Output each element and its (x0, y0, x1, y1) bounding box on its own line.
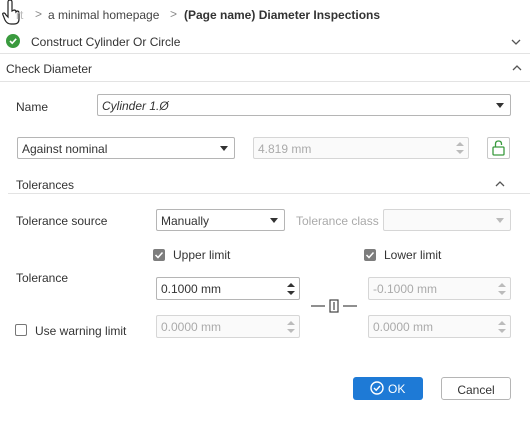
chevron-down-icon[interactable] (511, 37, 521, 47)
ok-label: OK (388, 382, 406, 396)
upper-limit-checkbox[interactable] (153, 249, 165, 261)
name-dropdown[interactable]: Cylinder 1.Ø (97, 94, 511, 116)
name-value: Cylinder 1.Ø (102, 99, 169, 113)
warn-upper-value: 0.0000 mm (161, 320, 222, 334)
tolerance-class-dropdown (383, 209, 511, 231)
breadcrumb-separator: > (170, 7, 178, 21)
upper-tolerance-value: 0.1000 mm (161, 282, 222, 296)
warning-limit-label: Use warning limit (35, 324, 127, 338)
spinner-icon (287, 321, 295, 333)
warn-lower-input: 0.0000 mm (368, 315, 511, 338)
spinner-icon[interactable] (287, 282, 295, 296)
breadcrumb-item-current: (Page name) Diameter Inspections (184, 8, 381, 22)
breadcrumb-item-homepage[interactable]: a minimal homepage (48, 8, 159, 22)
lower-tolerance-value: -0.1000 mm (373, 282, 438, 296)
upper-tolerance-input[interactable]: 0.1000 mm (156, 277, 300, 300)
warn-upper-input: 0.0000 mm (156, 315, 300, 338)
breadcrumb: rt > a minimal homepage > (Page name) Di… (0, 0, 530, 30)
section-title: Check Diameter (6, 62, 93, 76)
tolerance-source-dropdown[interactable]: Manually (156, 209, 285, 231)
chevron-up-icon[interactable] (512, 63, 522, 73)
chevron-up-icon[interactable] (495, 179, 505, 189)
dropdown-arrow-icon (496, 103, 504, 108)
dropdown-arrow-icon (220, 146, 228, 151)
ok-button[interactable]: OK (353, 377, 423, 400)
name-label: Name (16, 100, 49, 114)
lower-limit-label: Lower limit (384, 248, 442, 262)
spinner-icon (456, 142, 464, 154)
lower-tolerance-input: -0.1000 mm (368, 277, 511, 300)
spinner-icon (498, 321, 506, 333)
nominal-value-field: 4.819 mm (253, 137, 469, 159)
warn-lower-value: 0.0000 mm (373, 320, 434, 334)
link-tolerances-icon[interactable] (311, 296, 359, 316)
tolerance-class-label: Tolerance class (296, 214, 379, 228)
tolerance-source-label: Tolerance source (16, 214, 108, 228)
tolerances-divider (8, 193, 530, 194)
breadcrumb-separator: > (35, 7, 43, 21)
check-mode-value: Against nominal (22, 142, 108, 156)
dropdown-arrow-icon (270, 218, 278, 223)
unlock-icon (492, 140, 505, 156)
tolerances-title: Tolerances (16, 178, 75, 192)
construct-header[interactable]: Construct Cylinder Or Circle (0, 30, 530, 54)
section-divider (0, 81, 530, 82)
dropdown-arrow-icon (496, 218, 504, 223)
warning-limit-checkbox[interactable] (15, 324, 27, 336)
nominal-value: 4.819 mm (258, 142, 312, 156)
success-check-icon (6, 34, 20, 48)
construct-title: Construct Cylinder Or Circle (31, 35, 181, 49)
tolerance-source-value: Manually (161, 214, 210, 228)
check-mode-dropdown[interactable]: Against nominal (17, 137, 235, 159)
breadcrumb-item-root[interactable]: rt (16, 8, 23, 22)
lower-limit-checkbox[interactable] (364, 249, 376, 261)
tolerance-label: Tolerance (16, 271, 69, 285)
check-circle-icon (370, 381, 384, 395)
unlock-button[interactable] (487, 137, 510, 159)
upper-limit-label: Upper limit (173, 248, 231, 262)
cancel-label: Cancel (457, 383, 495, 397)
cancel-button[interactable]: Cancel (441, 377, 511, 400)
spinner-icon (498, 283, 506, 295)
